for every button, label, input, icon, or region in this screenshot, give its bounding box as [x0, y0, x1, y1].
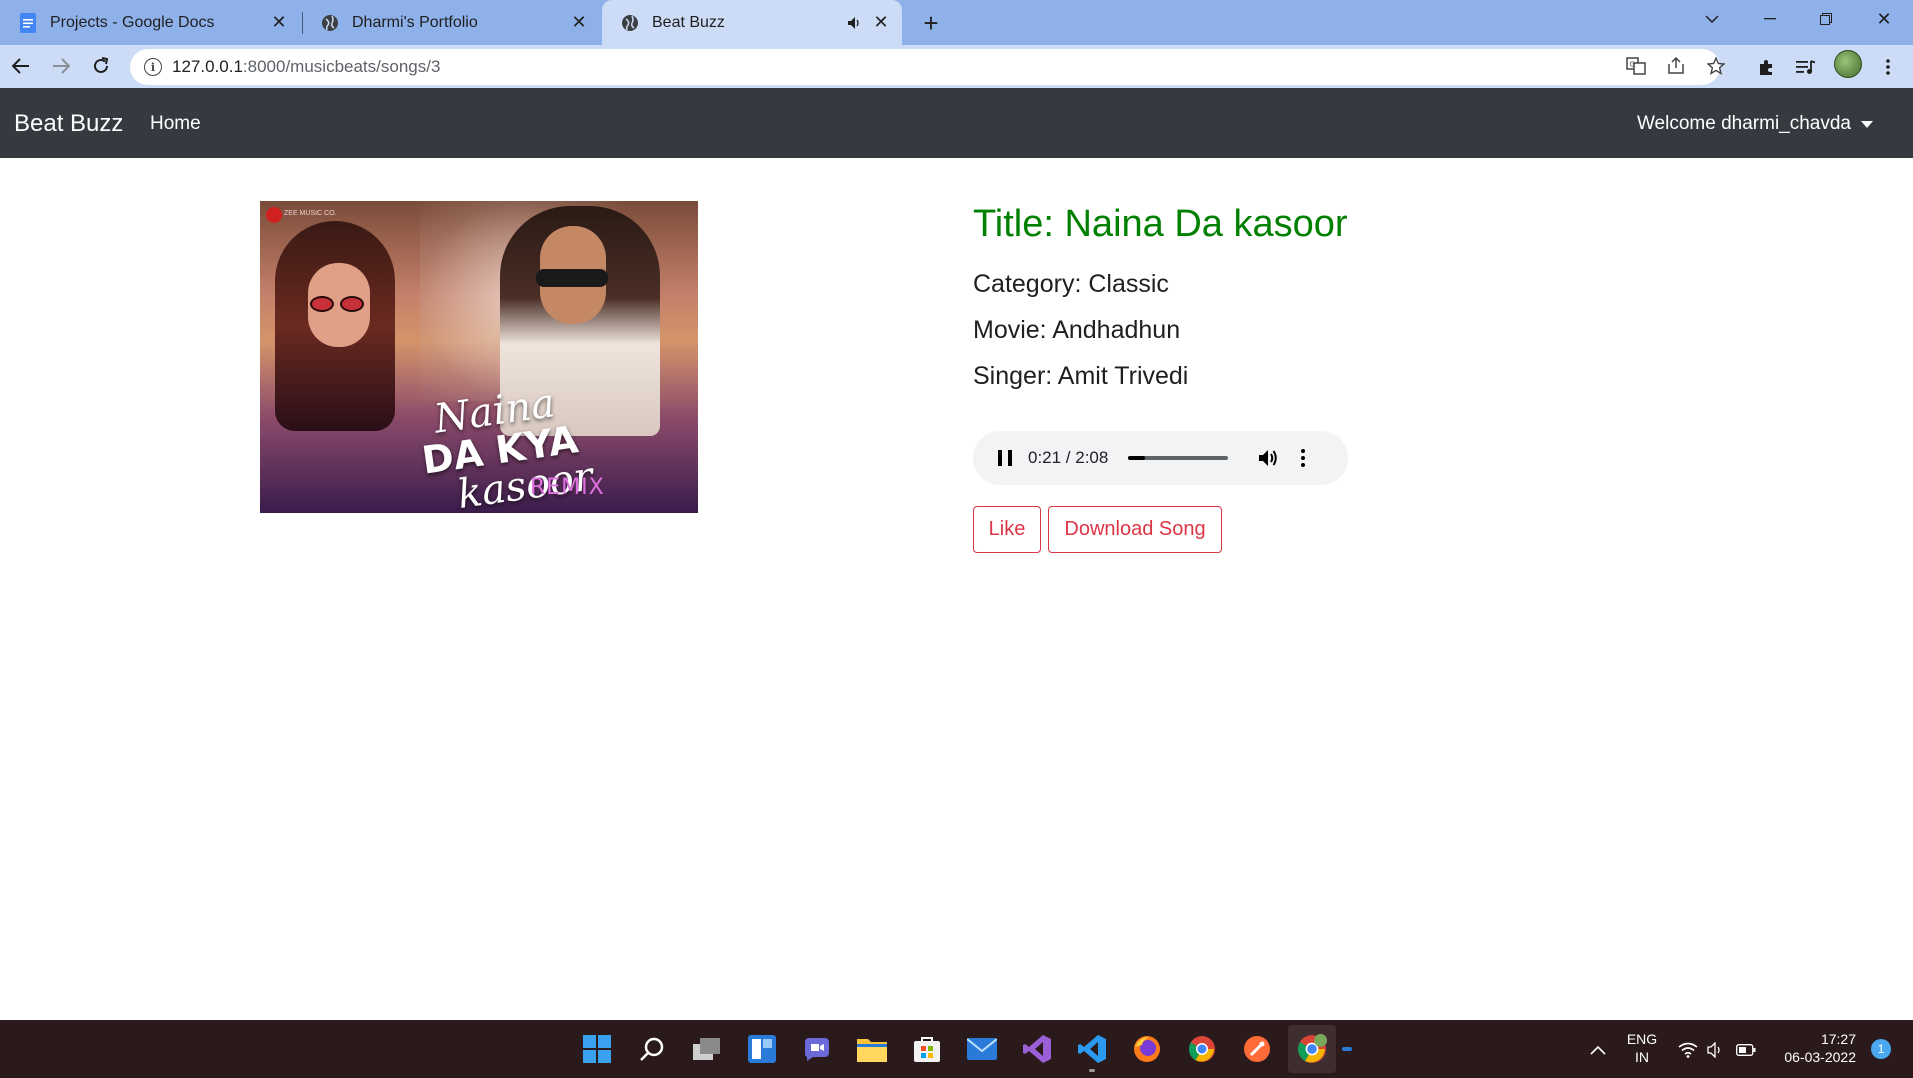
widgets-icon[interactable]	[746, 1033, 778, 1065]
task-view-icon[interactable]	[691, 1033, 723, 1065]
song-title: Title: Naina Da kasoor	[973, 203, 1348, 245]
tab-title: Projects - Google Docs	[50, 13, 215, 31]
firefox-icon[interactable]	[1131, 1033, 1163, 1065]
caret-down-icon	[1861, 120, 1873, 128]
vs-code-icon[interactable]	[1076, 1033, 1108, 1065]
seek-progress	[1128, 456, 1145, 460]
chrome-icon[interactable]	[1186, 1033, 1218, 1065]
visual-studio-icon[interactable]	[1021, 1033, 1053, 1065]
bookmark-star-icon[interactable]	[1704, 54, 1728, 78]
open-app-indicator	[1089, 1069, 1095, 1072]
start-icon[interactable]	[581, 1033, 613, 1065]
close-icon[interactable]: ✕	[268, 12, 290, 34]
clock-date: 06-03-2022	[1784, 1049, 1856, 1065]
song-cover-image: ZEE MUSIC CO. Naina DA KYA kasoor REMIX	[260, 201, 698, 513]
notification-badge[interactable]: 1	[1871, 1039, 1891, 1059]
restore-icon[interactable]	[1798, 0, 1854, 38]
tab-beat-buzz[interactable]: Beat Buzz ✕	[602, 0, 902, 45]
speaker-icon[interactable]	[1706, 1040, 1726, 1060]
share-icon[interactable]	[1664, 54, 1688, 78]
profile-avatar[interactable]	[1834, 50, 1862, 78]
browser-tab-strip: Projects - Google Docs ✕ Dharmi's Portfo…	[0, 0, 1913, 45]
like-button[interactable]: Like	[973, 506, 1041, 553]
download-song-button[interactable]: Download Song	[1048, 506, 1222, 553]
teams-chat-icon[interactable]	[801, 1033, 833, 1065]
url-text: 127.0.0.1:8000/musicbeats/songs/3	[172, 57, 441, 76]
microsoft-store-icon[interactable]	[911, 1033, 943, 1065]
zee-music-logo-icon	[266, 207, 282, 223]
close-icon[interactable]: ✕	[568, 12, 590, 34]
svg-text:G: G	[1630, 61, 1635, 69]
pause-icon[interactable]	[998, 450, 1012, 466]
tab-title: Beat Buzz	[652, 13, 725, 31]
extensions-icon[interactable]	[1752, 53, 1780, 81]
cover-remix-label: REMIX	[530, 475, 605, 500]
user-dropdown[interactable]: Welcome dharmi_chavda	[1637, 113, 1873, 135]
battery-icon[interactable]	[1736, 1040, 1756, 1060]
globe-icon	[620, 13, 640, 33]
google-docs-icon	[18, 12, 38, 33]
browser-toolbar: i 127.0.0.1:8000/musicbeats/songs/3 G	[0, 45, 1913, 88]
mail-icon[interactable]	[966, 1033, 998, 1065]
search-icon[interactable]	[636, 1033, 668, 1065]
forward-icon[interactable]	[46, 51, 76, 81]
wifi-icon[interactable]	[1678, 1040, 1698, 1060]
window-close-icon[interactable]: ✕	[1856, 0, 1912, 38]
close-icon[interactable]: ✕	[870, 12, 892, 34]
address-bar[interactable]: i 127.0.0.1:8000/musicbeats/songs/3	[130, 49, 1720, 85]
page: Projects - Google Docs ✕ Dharmi's Portfo…	[0, 0, 1913, 1078]
postman-icon[interactable]	[1241, 1033, 1273, 1065]
new-tab-button[interactable]: +	[916, 8, 946, 38]
song-singer: Singer: Amit Trivedi	[973, 362, 1189, 390]
cover-label: ZEE MUSIC CO.	[284, 210, 337, 217]
chrome-profile-icon[interactable]	[1288, 1025, 1336, 1073]
tab-search-icon[interactable]	[1684, 0, 1740, 38]
minimize-icon[interactable]	[1742, 0, 1798, 38]
site-info-icon[interactable]: i	[144, 58, 162, 76]
browser-menu-icon[interactable]	[1874, 53, 1902, 81]
clock[interactable]: 17:27 06-03-2022	[1772, 1030, 1856, 1066]
welcome-label: Welcome dharmi_chavda	[1636, 113, 1851, 134]
clock-time: 17:27	[1820, 1031, 1856, 1047]
back-icon[interactable]	[6, 51, 36, 81]
globe-icon	[320, 13, 340, 33]
reload-icon[interactable]	[86, 51, 116, 81]
chevron-up-icon[interactable]	[1588, 1040, 1608, 1060]
translate-icon[interactable]: G	[1624, 54, 1648, 78]
language-indicator[interactable]: ENG IN	[1620, 1030, 1664, 1066]
audio-player: 0:21 / 2:08	[973, 431, 1348, 485]
navbar-brand[interactable]: Beat Buzz	[14, 110, 123, 138]
active-app-indicator	[1342, 1047, 1352, 1051]
volume-icon[interactable]	[1258, 447, 1280, 469]
song-details: Title: Naina Da kasoor Category: Classic…	[973, 198, 1348, 392]
media-control-icon[interactable]	[1792, 53, 1820, 81]
tab-google-docs[interactable]: Projects - Google Docs ✕	[0, 0, 300, 45]
more-options-icon[interactable]	[1298, 448, 1308, 468]
site-navbar: Beat Buzz Home Welcome dharmi_chavda	[0, 88, 1913, 158]
song-movie: Movie: Andhadhun	[973, 316, 1181, 344]
song-category: Category: Classic	[973, 270, 1169, 298]
tab-title: Dharmi's Portfolio	[352, 13, 478, 31]
mute-tab-icon[interactable]	[844, 12, 866, 34]
tab-dharmis-portfolio[interactable]: Dharmi's Portfolio ✕	[302, 0, 600, 45]
seek-slider[interactable]	[1128, 456, 1229, 460]
file-explorer-icon[interactable]	[856, 1033, 888, 1065]
playback-time: 0:21 / 2:08	[1028, 448, 1109, 467]
nav-home-link[interactable]: Home	[150, 113, 201, 135]
